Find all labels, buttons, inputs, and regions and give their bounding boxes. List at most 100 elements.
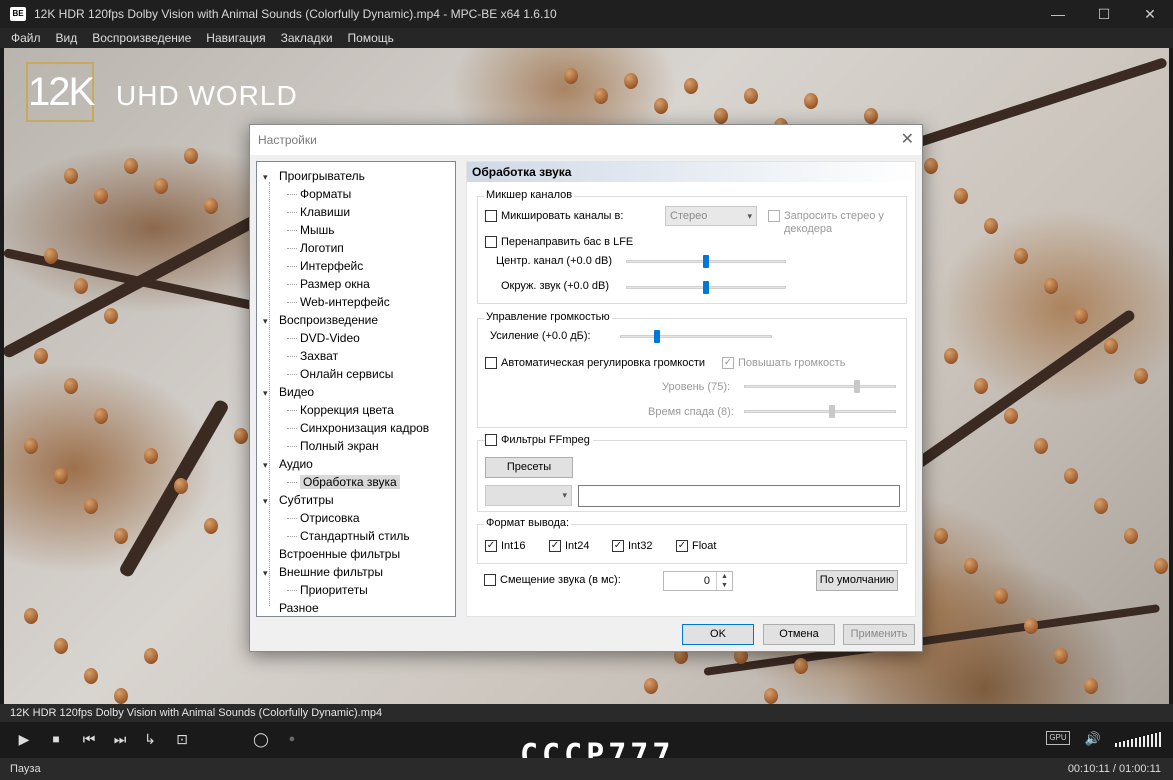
previous-icon[interactable]: ⏮ [78, 728, 100, 750]
menu-view[interactable]: Вид [49, 31, 86, 45]
tree-item[interactable]: Форматы [300, 185, 351, 203]
ffmpeg-preset-select[interactable]: ▾ [485, 485, 572, 506]
dialog-title: Настройки [258, 133, 317, 147]
tree-item[interactable]: Размер окна [300, 275, 370, 293]
chevron-down-icon[interactable]: ▾ [263, 168, 273, 186]
tree-item[interactable]: Web-интерфейс [300, 293, 390, 311]
tree-item[interactable]: Стандартный стиль [300, 527, 410, 545]
berry-shape [564, 68, 578, 84]
volume-level-bar [1139, 737, 1141, 747]
ffmpeg-filter-input[interactable] [578, 485, 900, 507]
chevron-down-icon[interactable]: ▾ [263, 564, 273, 582]
stop-icon[interactable]: ■ [46, 728, 66, 750]
slider-thumb[interactable] [829, 405, 835, 418]
tree-item[interactable]: Синхронизация кадров [300, 419, 429, 437]
play-icon[interactable]: ▶ [14, 728, 34, 750]
playlist-title-bar[interactable]: 12K HDR 120fps Dolby Vision with Animal … [0, 704, 1173, 722]
format-int32-box: ✓ [612, 540, 624, 552]
next-icon[interactable]: ⏭ [109, 728, 131, 750]
menu-bookmarks[interactable]: Закладки [274, 31, 341, 45]
tree-item[interactable]: Мышь [300, 221, 335, 239]
tree-item[interactable]: ▾ Проигрыватель [263, 167, 365, 185]
speaker-icon[interactable]: 🔊 [1082, 728, 1104, 750]
slider-thumb[interactable] [703, 281, 709, 294]
chevron-down-icon[interactable]: ▾ [263, 492, 273, 510]
tree-item[interactable]: Коррекция цвета [300, 401, 394, 419]
tree-item[interactable]: Обработка звука [300, 473, 400, 491]
decay-slider[interactable] [744, 405, 896, 418]
tree-item[interactable]: Разное [263, 599, 319, 616]
loop-icon[interactable]: ◯ [251, 728, 271, 750]
mix-target-select[interactable]: Стерео ▾ [665, 206, 757, 226]
volume-level-bar [1131, 739, 1133, 747]
tree-item[interactable]: DVD-Video [300, 329, 360, 347]
playback-status: Пауза [10, 763, 41, 775]
bass-lfe-checkbox[interactable]: Перенаправить бас в LFE [485, 236, 633, 248]
format-int32-checkbox[interactable]: ✓ Int32 [612, 540, 652, 552]
record-dot-icon[interactable]: ● [283, 728, 301, 750]
tree-item[interactable]: Интерфейс [300, 257, 363, 275]
audio-offset-checkbox[interactable]: Смещение звука (в мс): [484, 574, 621, 586]
request-stereo-checkbox[interactable]: Запросить стерео у декодера [768, 210, 884, 236]
format-int16-checkbox[interactable]: ✓ Int16 [485, 540, 525, 552]
close-window-button[interactable]: ✕ [1127, 0, 1173, 28]
slider-thumb[interactable] [654, 330, 660, 343]
chevron-down-icon[interactable]: ▾ [263, 312, 273, 330]
slider-thumb[interactable] [854, 380, 860, 393]
menu-navigation[interactable]: Навигация [199, 31, 273, 45]
tree-item-label: Захват [300, 349, 339, 363]
tree-item[interactable]: ▾ Видео [263, 383, 314, 401]
boost-volume-checkbox[interactable]: ✓ Повышать громкость [722, 357, 845, 369]
format-float-checkbox[interactable]: ✓ Float [676, 540, 716, 552]
chevron-down-icon[interactable]: ▾ [263, 456, 273, 474]
tree-item[interactable]: Приоритеты [300, 581, 368, 599]
ok-button[interactable]: OK [682, 624, 754, 645]
ffmpeg-filters-checkbox[interactable]: Фильтры FFmpeg [485, 434, 593, 446]
tree-item-label: Встроенные фильтры [279, 547, 401, 561]
audio-offset-spinner[interactable]: 0 ▲ ▼ [663, 571, 733, 591]
tree-item[interactable]: ▾ Внешние фильтры [263, 563, 383, 581]
tree-connector [287, 536, 297, 537]
tree-item-label: Приоритеты [300, 583, 368, 597]
dialog-close-icon[interactable]: ✕ [901, 125, 914, 155]
menu-playback[interactable]: Воспроизведение [85, 31, 199, 45]
tree-item[interactable]: ▾ Воспроизведение [263, 311, 378, 329]
default-button[interactable]: По умолчанию [816, 570, 898, 591]
level-slider[interactable] [744, 380, 896, 393]
tree-item[interactable]: Захват [300, 347, 338, 365]
spinner-arrows-icon[interactable]: ▲ ▼ [716, 572, 732, 590]
tree-item[interactable]: Полный экран [300, 437, 379, 455]
time-display[interactable]: 00:10:11 / 01:00:11 [1068, 758, 1161, 780]
subtitles-icon[interactable]: ⊡ [172, 728, 192, 750]
menu-file[interactable]: Файл [4, 31, 49, 45]
tree-item[interactable]: ▾ Аудио [263, 455, 313, 473]
center-channel-slider[interactable] [626, 255, 786, 268]
volume-bar[interactable] [1115, 732, 1161, 747]
format-int24-checkbox[interactable]: ✓ Int24 [549, 540, 589, 552]
slider-thumb[interactable] [703, 255, 709, 268]
tree-item[interactable]: Отрисовка [300, 509, 360, 527]
tree-item[interactable]: Клавиши [300, 203, 350, 221]
boost-volume-label: Повышать громкость [738, 357, 846, 369]
minimize-button[interactable]: — [1035, 0, 1081, 28]
mix-channels-checkbox[interactable]: Микшировать каналы в: [485, 210, 623, 222]
surround-slider[interactable] [626, 281, 786, 294]
presets-button[interactable]: Пресеты [485, 457, 573, 478]
cancel-button[interactable]: Отмена [763, 624, 835, 645]
tree-item[interactable]: Логотип [300, 239, 344, 257]
request-stereo-line-2: декодера [784, 223, 833, 235]
berry-shape [114, 528, 128, 544]
volume-level-bar [1115, 743, 1117, 747]
menu-help[interactable]: Помощь [341, 31, 402, 45]
tree-item-label: Форматы [300, 187, 352, 201]
gain-slider[interactable] [620, 330, 772, 343]
tree-item[interactable]: Онлайн сервисы [300, 365, 393, 383]
maximize-button[interactable]: ☐ [1081, 0, 1127, 28]
tree-item[interactable]: Встроенные фильтры [263, 545, 400, 563]
chevron-down-icon[interactable]: ▾ [263, 384, 273, 402]
tree-item[interactable]: ▾ Субтитры [263, 491, 334, 509]
berry-shape [104, 308, 118, 324]
apply-button[interactable]: Применить [843, 624, 915, 645]
frame-step-icon[interactable]: ↳ [140, 728, 160, 750]
auto-volume-checkbox[interactable]: Автоматическая регулировка громкости [485, 357, 705, 369]
